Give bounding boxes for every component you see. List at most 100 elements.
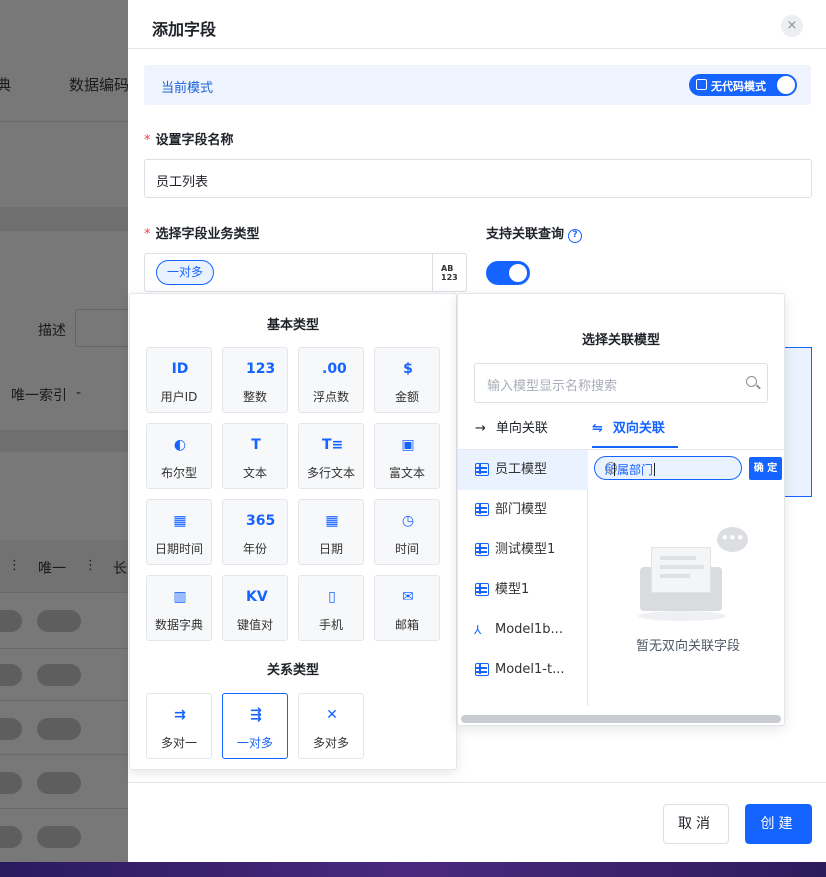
bg-desc-label: 描述 — [38, 323, 66, 339]
confirm-button[interactable]: 确 定 — [749, 457, 782, 480]
type-card-label: 整数 — [242, 390, 267, 404]
biz-type-label-text: 选择字段业务类型 — [155, 227, 260, 242]
field-name-value: 员工列表 — [156, 175, 209, 190]
type-card[interactable]: ◷ 时间 — [374, 499, 440, 565]
type-card-label: 时间 — [394, 542, 419, 556]
model-list: 员工模型 部门模型 测试模型1 模型1 ⅄ Model1b... Model1-t… — [458, 450, 588, 706]
clock-icon: ◷ — [401, 513, 415, 529]
model-item[interactable]: 测试模型1 — [458, 530, 588, 570]
drawer-header: 添加字段 × — [128, 0, 826, 49]
drawer-title: 添加字段 — [152, 20, 217, 39]
bg-col-more2: ⋮ — [84, 558, 97, 573]
mail-icon: ✉ — [402, 589, 414, 605]
type-picker-panel: 基本类型 ID 用户ID 123 整数 .00 浮点数 $ 金额 ◐ 布尔型 T 文本 T≡ 多行文本 ▣ 富… — [129, 293, 457, 770]
tab-one-way[interactable]: → 单向关联 — [475, 417, 548, 436]
type-card-label: 邮箱 — [394, 618, 419, 632]
horizontal-scrollbar[interactable] — [461, 715, 781, 723]
type-card-label: 手机 — [318, 618, 343, 632]
create-button[interactable]: 创建 — [745, 804, 812, 844]
type-card[interactable]: ▯ 手机 — [298, 575, 364, 641]
empty-state-text: 暂无双向关联字段 — [635, 639, 740, 654]
nocode-icon — [696, 79, 707, 90]
multiline-text-icon: T≡ — [322, 437, 344, 453]
bg-tab-dict: 典 — [0, 76, 12, 94]
relation-model-panel: 选择关联模型 输入模型显示名称搜索 → 单向关联 ⇋ 双向关联 员工模型 部门模型 … — [457, 293, 785, 726]
model-item[interactable]: Model1-t... — [458, 650, 588, 690]
close-icon[interactable]: × — [781, 15, 803, 37]
mobile-icon: ▯ — [328, 589, 336, 605]
type-card[interactable]: ✉ 邮箱 — [374, 575, 440, 641]
many-to-one-icon: ⇉ — [174, 707, 186, 723]
table-icon — [475, 543, 489, 556]
background-page: 典 数据编码 描述 唯一索引 - ⋮ 唯一 ⋮ 长 — [0, 0, 128, 862]
many-to-many-icon: ✕ — [326, 707, 338, 723]
relation-type-card[interactable]: ⇉ 多对一 — [146, 693, 212, 759]
type-card[interactable]: T 文本 — [222, 423, 288, 489]
id-card-icon: ID — [171, 361, 189, 377]
type-card[interactable]: 365 年份 — [222, 499, 288, 565]
table-icon — [475, 663, 489, 676]
model-item[interactable]: ⅄ Model1b... — [458, 610, 588, 650]
relation-types-title: 关系类型 — [266, 663, 319, 678]
type-card[interactable]: ▦ 日期时间 — [146, 499, 212, 565]
model-item-label: Model1b... — [495, 622, 563, 637]
relation-field-input[interactable]: 所属部门 ✕ — [594, 456, 742, 480]
relation-type-label: 多对多 — [312, 736, 349, 750]
tab-two-way-label: 双向关联 — [612, 421, 665, 436]
type-card[interactable]: .00 浮点数 — [298, 347, 364, 413]
type-card[interactable]: ID 用户ID — [146, 347, 212, 413]
type-card[interactable]: 123 整数 — [222, 347, 288, 413]
desktop-strip — [0, 862, 826, 877]
empty-inbox-illustration: ••• — [638, 527, 748, 627]
relation-type-card[interactable]: ⇶ 一对多 — [222, 693, 288, 759]
type-card-label: 多行文本 — [306, 466, 355, 480]
float-icon: .00 — [322, 361, 347, 377]
type-card[interactable]: $ 金额 — [374, 347, 440, 413]
model-item[interactable]: 模型1 — [458, 570, 588, 610]
cancel-button[interactable]: 取消 — [663, 804, 729, 844]
table-icon — [475, 503, 489, 516]
relation-query-label: 支持关联查询? — [486, 223, 583, 243]
relation-type-label: 一对多 — [236, 736, 273, 750]
tab-two-way[interactable]: ⇋ 双向关联 — [592, 417, 665, 436]
model-search-placeholder: 输入模型显示名称搜索 — [487, 379, 618, 394]
biz-type-select[interactable]: 一对多 AB 123 — [144, 253, 467, 292]
field-name-input[interactable]: 员工列表 — [144, 159, 812, 198]
type-card[interactable]: KV 键值对 — [222, 575, 288, 641]
type-card[interactable]: T≡ 多行文本 — [298, 423, 364, 489]
relation-query-toggle[interactable] — [486, 261, 530, 285]
model-item-label: 员工模型 — [495, 462, 548, 477]
type-card-label: 日期时间 — [154, 542, 203, 556]
active-tab-indicator — [592, 446, 678, 448]
model-item-label: 部门模型 — [495, 502, 548, 517]
year-icon: 365 — [246, 513, 276, 529]
type-card-label: 年份 — [242, 542, 267, 556]
selected-type-tag[interactable]: 一对多 — [156, 260, 214, 285]
money-icon: $ — [403, 361, 413, 377]
table-icon — [475, 463, 489, 476]
one-to-many-icon: ⇶ — [250, 707, 262, 723]
model-item[interactable]: 部门模型 — [458, 490, 588, 530]
bg-col-len: 长 — [113, 561, 127, 577]
tab-one-way-label: 单向关联 — [495, 421, 548, 436]
mode-toggle[interactable]: 无代码模式 — [689, 74, 797, 96]
type-card[interactable]: ▦ 日期 — [298, 499, 364, 565]
abc-123-icon[interactable]: AB 123 — [441, 264, 458, 282]
model-search-input[interactable]: 输入模型显示名称搜索 — [474, 363, 768, 403]
type-card-label: 用户ID — [160, 390, 198, 404]
relation-type-card[interactable]: ✕ 多对多 — [298, 693, 364, 759]
type-card-label: 数据字典 — [154, 618, 203, 632]
integer-icon: 123 — [246, 361, 276, 377]
relation-type-label: 多对一 — [160, 736, 197, 750]
model-item[interactable]: 员工模型 — [458, 450, 588, 490]
type-card[interactable]: ▣ 富文本 — [374, 423, 440, 489]
type-card[interactable]: ▥ 数据字典 — [146, 575, 212, 641]
type-card[interactable]: ◐ 布尔型 — [146, 423, 212, 489]
type-card-label: 键值对 — [236, 618, 273, 632]
type-card-label: 富文本 — [388, 466, 425, 480]
rich-text-icon: ▣ — [401, 437, 415, 453]
clear-icon[interactable]: ✕ — [605, 462, 617, 476]
bg-tab-data-encoding: 数据编码 — [69, 76, 128, 94]
help-icon[interactable]: ? — [568, 229, 583, 243]
search-icon[interactable] — [746, 376, 757, 387]
